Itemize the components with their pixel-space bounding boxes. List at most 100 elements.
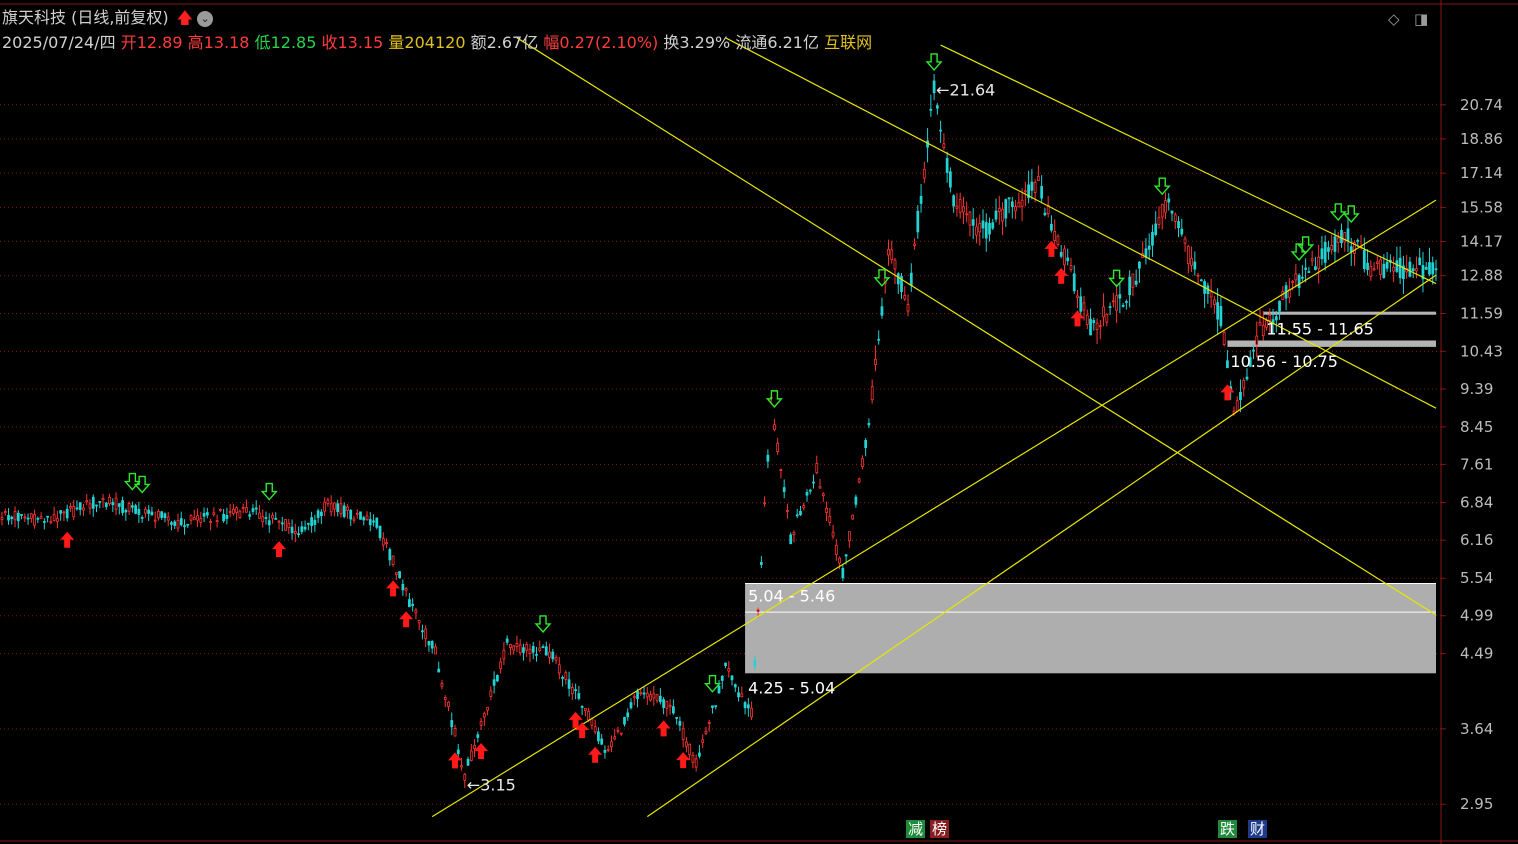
diamond-icon[interactable]: ◇ [1388, 10, 1400, 28]
low-label: 低 [254, 33, 271, 52]
candle-body [26, 517, 30, 520]
close-value: 13.15 [337, 33, 384, 52]
tag-rank[interactable]: 榜 [930, 820, 950, 838]
candle-body [551, 651, 555, 660]
candle-body [1108, 306, 1112, 308]
y-tick-label: 11.59 [1460, 305, 1503, 323]
candle-body [430, 641, 434, 649]
candle-body [417, 620, 421, 624]
candle-body [1362, 249, 1366, 270]
candle-body [108, 496, 111, 505]
sector-link[interactable]: 互联网 [824, 33, 872, 52]
candle-body [411, 603, 415, 606]
candle-body [587, 710, 591, 721]
candle-body [476, 734, 480, 738]
candle-body [1082, 302, 1086, 311]
candle-body [831, 531, 835, 537]
open-value: 12.89 [136, 33, 183, 52]
zone-band [745, 612, 1436, 674]
candle-body [1125, 301, 1128, 303]
candle-body [896, 273, 900, 285]
candle-body [1379, 259, 1382, 275]
candle-body [91, 496, 95, 509]
candle-body [209, 521, 212, 523]
stock-title[interactable]: 旗天科技 (日线,前复权) [2, 8, 169, 27]
candle-body [65, 508, 69, 519]
candle-body [254, 507, 258, 510]
candle-body [134, 505, 137, 514]
candle-body [502, 649, 506, 660]
candle-body [52, 514, 56, 521]
candle-body [306, 522, 310, 525]
extreme-label: ←21.64 [936, 81, 995, 100]
candle-body [1281, 291, 1285, 300]
candle-body [903, 295, 907, 300]
candle-body [590, 718, 594, 726]
candle-body [786, 510, 789, 512]
y-tick-label: 15.58 [1460, 198, 1503, 216]
candle-body [267, 520, 271, 526]
candle-body [584, 707, 587, 711]
candle-body [1385, 261, 1389, 269]
candle-body [421, 630, 424, 633]
candle-body [1431, 262, 1435, 275]
candle-body [512, 645, 516, 651]
candle-body [202, 513, 206, 517]
candle-body [1336, 237, 1340, 243]
candle-body [711, 705, 714, 708]
candle-body [212, 512, 216, 515]
candle-body [629, 702, 633, 709]
y-tick-label: 4.49 [1460, 645, 1493, 663]
candle-body [935, 105, 939, 109]
amount-label: 额 [470, 33, 487, 52]
candle-body [877, 338, 881, 341]
candle-body [147, 509, 151, 514]
candle-body [394, 572, 398, 575]
candle-body [300, 526, 304, 533]
panel-toggle-icon[interactable]: ◨ [1414, 10, 1428, 28]
candle-body [828, 515, 832, 523]
candle-body [737, 692, 740, 698]
tag-finance[interactable]: 财 [1248, 820, 1268, 838]
chevron-down-icon[interactable]: ⌄ [197, 10, 214, 27]
candle-body [1001, 208, 1004, 222]
candle-body [691, 754, 695, 763]
candle-body [170, 522, 173, 525]
candle-body [505, 638, 509, 643]
candle-body [720, 675, 724, 681]
tag-drop[interactable]: 跌 [1218, 820, 1238, 838]
candle-body [245, 507, 248, 513]
candle-body [1030, 181, 1034, 191]
candle-body [401, 583, 405, 591]
candle-body [1167, 198, 1171, 203]
candle-body [815, 463, 819, 474]
candle-body [404, 588, 408, 591]
candle-body [1424, 266, 1428, 270]
candle-body [46, 515, 50, 518]
zone-band [745, 583, 1436, 613]
candle-body [391, 555, 395, 566]
candle-body [681, 728, 685, 740]
candle-body [333, 502, 336, 510]
kline-chart[interactable]: 5.04 - 5.46 4.25 - 5.04 11.55 - 11.65 10.56… [0, 0, 1518, 844]
candle-body [290, 526, 294, 534]
candle-body [701, 739, 705, 743]
candle-body [329, 503, 333, 513]
candle-body [642, 692, 646, 695]
candle-body [851, 514, 854, 520]
candle-body [548, 651, 551, 658]
candle-body [440, 682, 444, 687]
zone-label: 5.04 - 5.46 [748, 586, 835, 605]
low-value: 12.85 [270, 33, 317, 52]
candle-body [812, 481, 815, 484]
candle-body [1356, 239, 1360, 242]
candle-body [1349, 246, 1353, 253]
candle-body [310, 517, 313, 527]
candle-body [678, 721, 682, 726]
candle-body [10, 516, 14, 520]
candle-body [424, 628, 428, 639]
y-tick-label: 18.86 [1460, 130, 1503, 148]
candle-body [56, 518, 59, 522]
tag-reduce[interactable]: 减 [906, 820, 926, 838]
candle-body [649, 694, 652, 701]
